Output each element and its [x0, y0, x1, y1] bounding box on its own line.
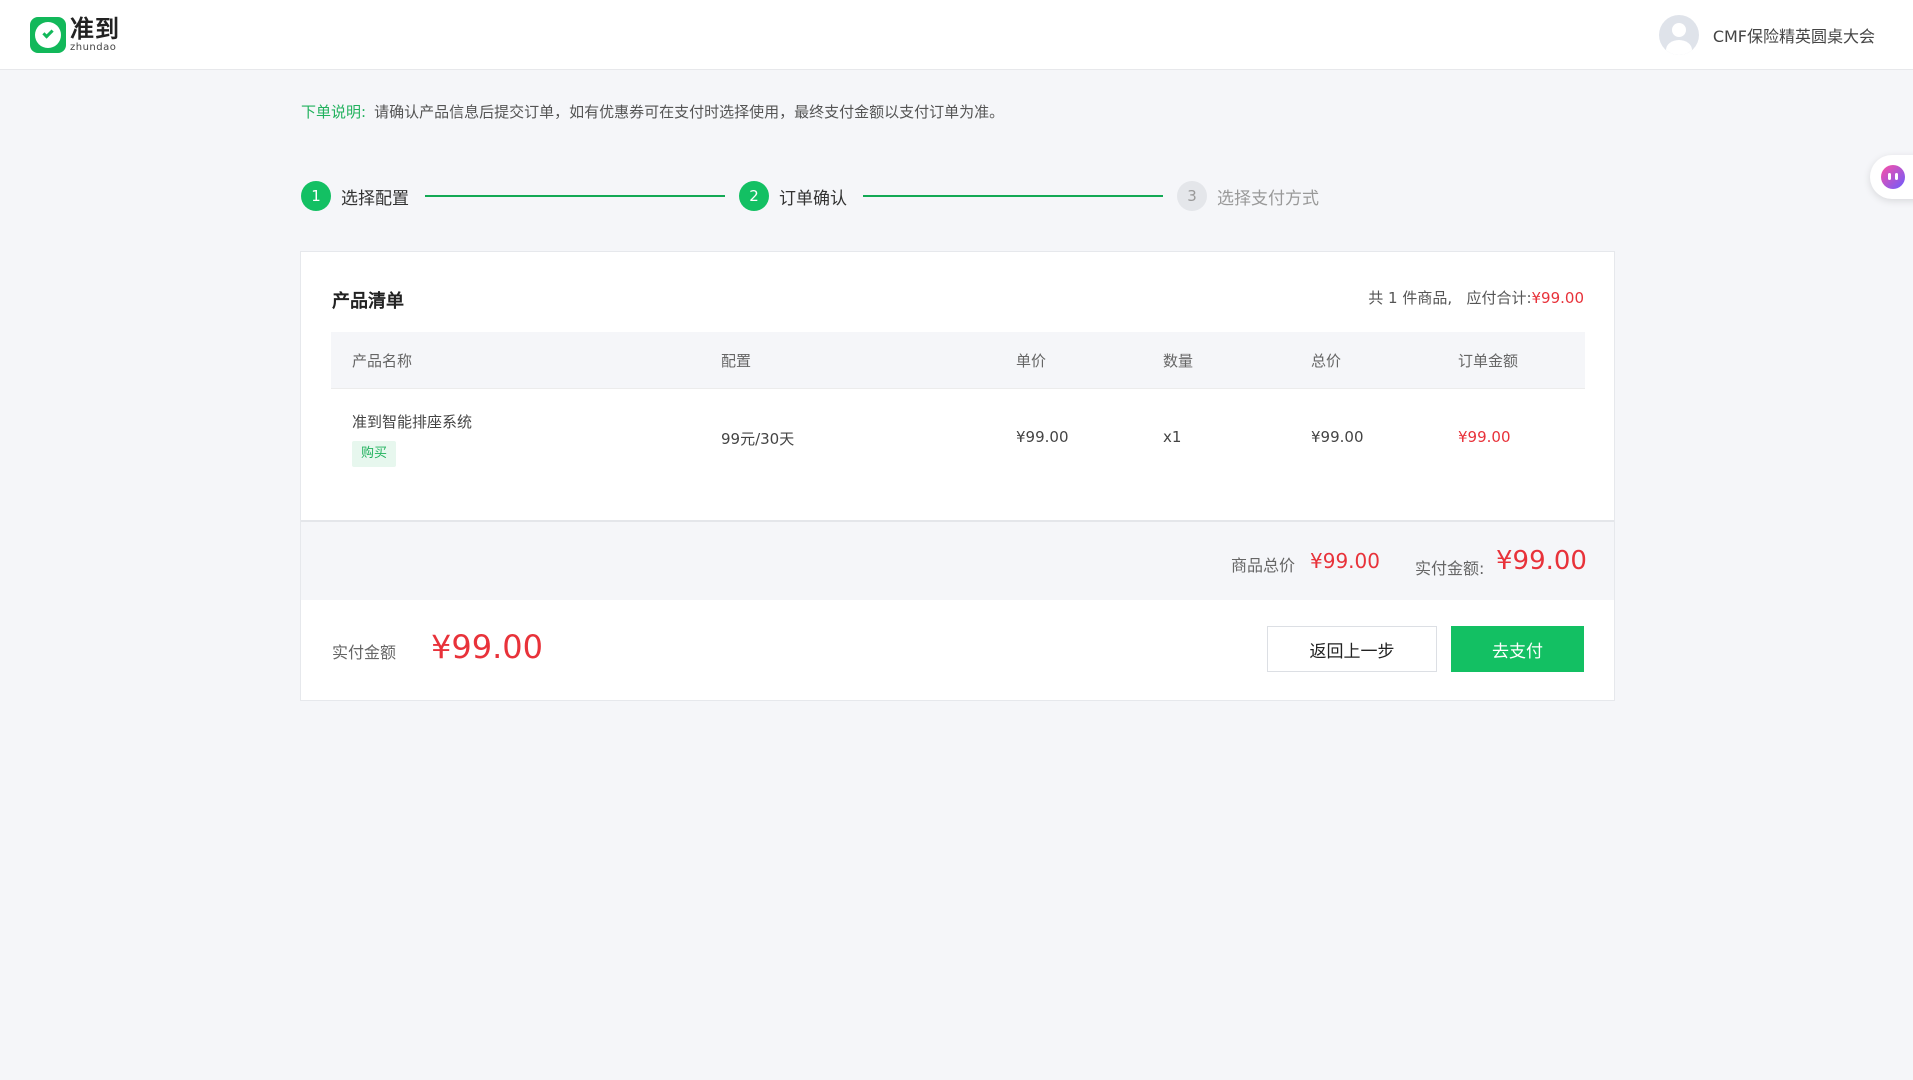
- pay-button[interactable]: 去支付: [1451, 626, 1584, 672]
- purchase-tag: 购买: [352, 441, 397, 467]
- step-number: 3: [1177, 181, 1207, 211]
- quantity: x1: [1163, 428, 1182, 446]
- card-title: 产品清单: [332, 291, 404, 312]
- order-amount: ¥99.00: [1458, 428, 1511, 446]
- column-header: 单价: [1016, 352, 1047, 370]
- due-amount: ¥99.00: [1531, 289, 1585, 307]
- column-header: 总价: [1311, 352, 1342, 370]
- order-notice: 下单说明: 请确认产品信息后提交订单，如有优惠券可在支付时选择使用，最终支付金额以…: [301, 101, 1004, 122]
- avatar[interactable]: [1658, 15, 1699, 55]
- goods-total-amount: ¥99.00: [1310, 549, 1380, 573]
- back-button[interactable]: 返回上一步: [1267, 626, 1437, 672]
- product-config: 99元/30天: [721, 430, 795, 448]
- column-header: 配置: [721, 352, 752, 370]
- step-connector: [425, 195, 725, 197]
- table-row: 准到智能排座系统 购买 99元/30天 ¥99.00 x1 ¥99.00 ¥99…: [331, 389, 1585, 519]
- table-header: 产品名称 配置 单价 数量 总价 订单金额: [331, 332, 1585, 389]
- paid-total-amount: ¥99.00: [1496, 546, 1587, 576]
- step-order-confirm: 2 订单确认: [739, 181, 847, 211]
- logo-text: 准到: [70, 15, 120, 43]
- totals-bar: 商品总价 ¥99.00 实付金额: ¥99.00: [301, 520, 1614, 600]
- column-header: 数量: [1163, 352, 1194, 370]
- due-label: 应付合计:: [1466, 289, 1532, 307]
- step-select-config: 1 选择配置: [301, 181, 409, 211]
- top-header: 准到 zhundao CMF保险精英圆桌大会: [0, 0, 1913, 70]
- paid-total-label: 实付金额:: [1415, 559, 1485, 578]
- assistant-widget[interactable]: [1870, 155, 1913, 199]
- user-name[interactable]: CMF保险精英圆桌大会: [1713, 23, 1875, 47]
- user-menu[interactable]: CMF保险精英圆桌大会: [1658, 15, 1875, 55]
- logo-icon: [30, 17, 66, 53]
- notice-label: 下单说明:: [301, 103, 367, 121]
- step-label: 选择配置: [341, 188, 409, 209]
- product-table: 产品名称 配置 单价 数量 总价 订单金额 准到智能排座系统 购买 99元/30…: [331, 332, 1585, 519]
- progress-steps: 1 选择配置 2 订单确认 3 选择支付方式: [301, 181, 1321, 211]
- row-total: ¥99.00: [1311, 428, 1364, 446]
- step-payment-method: 3 选择支付方式: [1177, 181, 1319, 211]
- product-name: 准到智能排座系统: [352, 413, 473, 431]
- step-label: 选择支付方式: [1217, 188, 1319, 209]
- step-number: 1: [301, 181, 331, 211]
- column-header: 产品名称: [352, 352, 413, 370]
- logo-subtext: zhundao: [70, 42, 117, 53]
- step-number: 2: [739, 181, 769, 211]
- goods-total-label: 商品总价: [1231, 556, 1296, 575]
- pay-label: 实付金额: [332, 643, 397, 662]
- item-count: 共 1 件商品,: [1368, 289, 1453, 307]
- step-connector: [863, 195, 1163, 197]
- order-summary: 共 1 件商品, 应付合计:¥99.00: [1368, 287, 1584, 308]
- assistant-icon: [1881, 165, 1905, 189]
- checkout-bar: 实付金额 ¥99.00 返回上一步 去支付: [301, 600, 1614, 700]
- notice-text: 请确认产品信息后提交订单，如有优惠券可在支付时选择使用，最终支付金额以支付订单为…: [374, 103, 1005, 121]
- pay-amount: ¥99.00: [431, 628, 543, 666]
- product-list-card: 产品清单 共 1 件商品, 应付合计:¥99.00 产品名称 配置 单价 数量 …: [300, 251, 1615, 701]
- column-header: 订单金额: [1458, 352, 1519, 370]
- unit-price: ¥99.00: [1016, 428, 1069, 446]
- step-label: 订单确认: [779, 188, 847, 209]
- logo[interactable]: 准到 zhundao: [30, 16, 120, 54]
